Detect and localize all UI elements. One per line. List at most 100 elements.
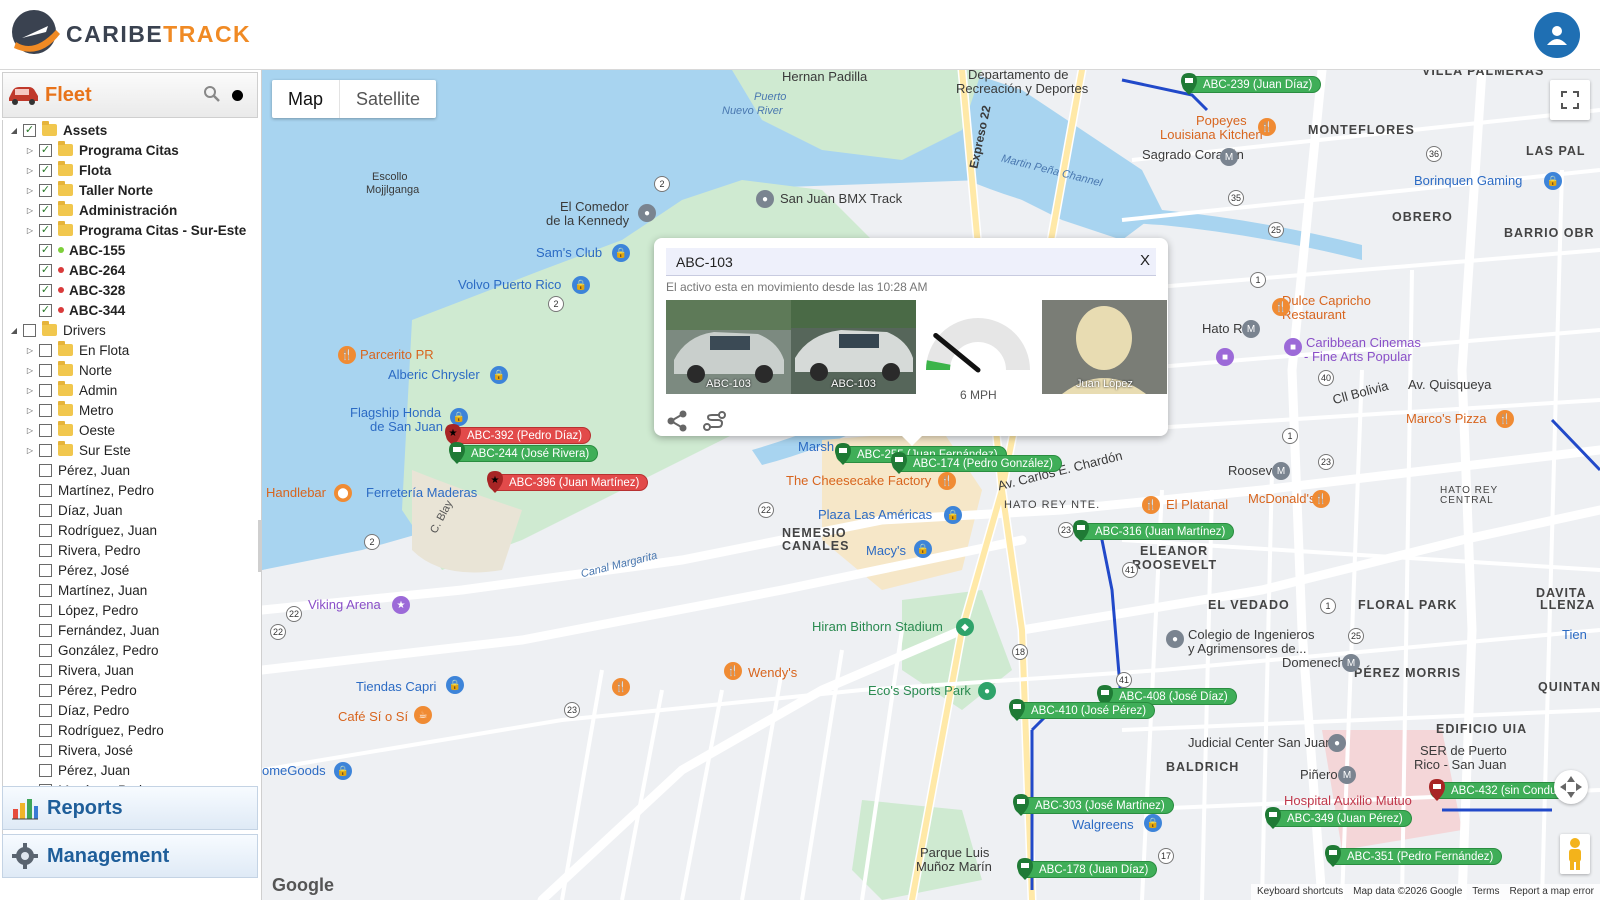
tree-leaf-node[interactable]: Rivera, Juan bbox=[3, 660, 258, 680]
expand-arrow-icon[interactable]: ▷ bbox=[25, 165, 35, 175]
tree-folder-node[interactable]: ▷ ✓ Programa Citas - Sur-Este bbox=[3, 220, 258, 240]
tree-checkbox[interactable]: ✓ bbox=[39, 263, 52, 277]
tree-leaf-node[interactable]: Díaz, Juan bbox=[3, 500, 258, 520]
tree-checkbox[interactable] bbox=[39, 603, 52, 617]
expand-arrow-icon[interactable]: ▷ bbox=[25, 205, 35, 215]
restaurant-icon[interactable]: 🍴 bbox=[1272, 298, 1290, 316]
tree-checkbox[interactable]: ✓ bbox=[39, 163, 52, 177]
restaurant-icon[interactable]: 🍴 bbox=[1258, 118, 1276, 136]
report-error-link[interactable]: Report a map error bbox=[1510, 884, 1594, 900]
tree-leaf-node[interactable]: ✓ ABC-155 bbox=[3, 240, 258, 260]
tree-checkbox[interactable] bbox=[39, 463, 52, 477]
tree-checkbox[interactable] bbox=[39, 663, 52, 677]
store-icon[interactable]: 🔒 bbox=[334, 762, 352, 780]
expand-arrow-icon[interactable]: ▷ bbox=[25, 145, 35, 155]
vehicle-marker[interactable]: ABC-244 (José Rivera) bbox=[449, 442, 599, 464]
street-view-pegman[interactable] bbox=[1560, 834, 1590, 874]
tree-checkbox[interactable] bbox=[39, 443, 52, 457]
google-logo[interactable]: Google bbox=[272, 875, 334, 896]
tree-checkbox[interactable]: ✓ bbox=[39, 283, 52, 297]
courthouse-icon[interactable]: ● bbox=[1328, 734, 1346, 752]
popup-close-button[interactable]: X bbox=[1140, 252, 1150, 269]
tree-checkbox[interactable]: ✓ bbox=[39, 243, 52, 257]
pharmacy-icon[interactable]: 🔒 bbox=[1144, 814, 1162, 832]
vehicle-photo-2[interactable]: ABC-103 bbox=[791, 300, 916, 394]
tree-leaf-node[interactable]: Rivera, Pedro bbox=[3, 540, 258, 560]
tree-folder-node[interactable]: ▷ Metro bbox=[3, 400, 258, 420]
fullscreen-button[interactable] bbox=[1550, 80, 1590, 120]
tree-folder-node[interactable]: ▷ ✓ Administración bbox=[3, 200, 258, 220]
tree-checkbox[interactable] bbox=[39, 563, 52, 577]
bike-shop-icon[interactable]: ⬤ bbox=[334, 484, 352, 502]
tree-checkbox[interactable] bbox=[39, 423, 52, 437]
tree-checkbox[interactable] bbox=[39, 743, 52, 757]
vehicle-marker[interactable]: ★ ABC-396 (Juan Martínez) bbox=[487, 471, 649, 493]
restaurant-icon[interactable]: 🍴 bbox=[1496, 410, 1514, 428]
terms-link[interactable]: Terms bbox=[1472, 884, 1499, 900]
tree-folder-node[interactable]: ▷ ✓ Taller Norte bbox=[3, 180, 258, 200]
tree-folder-node[interactable]: ▷ Admin bbox=[3, 380, 258, 400]
route-icon[interactable] bbox=[702, 410, 728, 432]
tree-checkbox[interactable] bbox=[23, 323, 36, 337]
share-icon[interactable] bbox=[666, 410, 688, 432]
tree-checkbox[interactable] bbox=[39, 523, 52, 537]
tree-checkbox[interactable] bbox=[39, 643, 52, 657]
tree-checkbox[interactable] bbox=[39, 483, 52, 497]
transit-icon[interactable]: M bbox=[1338, 766, 1356, 784]
vehicle-marker[interactable]: ABC-303 (José Martínez) bbox=[1013, 794, 1174, 816]
tree-leaf-node[interactable]: Rivera, José bbox=[3, 740, 258, 760]
expand-arrow-icon[interactable]: ▷ bbox=[25, 405, 35, 415]
cinema-icon[interactable]: ■ bbox=[1284, 338, 1302, 356]
transit-icon[interactable]: M bbox=[1220, 148, 1238, 166]
tree-leaf-node[interactable]: González, Pedro bbox=[3, 640, 258, 660]
tree-checkbox[interactable] bbox=[39, 343, 52, 357]
vehicle-photo-1[interactable]: ABC-103 bbox=[666, 300, 791, 394]
tree-leaf-node[interactable]: Díaz, Pedro bbox=[3, 700, 258, 720]
tree-checkbox[interactable] bbox=[39, 583, 52, 597]
tree-leaf-node[interactable]: ✓ ABC-344 bbox=[3, 300, 258, 320]
expand-arrow-icon[interactable]: ▷ bbox=[25, 225, 35, 235]
restaurant-icon[interactable]: 🍴 bbox=[612, 678, 630, 696]
vehicle-marker[interactable]: ABC-351 (Pedro Fernández) bbox=[1325, 845, 1503, 867]
restaurant-icon[interactable]: 🍴 bbox=[1142, 496, 1160, 514]
tree-checkbox[interactable] bbox=[39, 543, 52, 557]
tree-checkbox[interactable] bbox=[39, 703, 52, 717]
status-dot-icon[interactable] bbox=[232, 90, 243, 101]
expand-arrow-icon[interactable]: ▷ bbox=[25, 445, 35, 455]
tree-leaf-node[interactable]: Pérez, Juan bbox=[3, 760, 258, 780]
map-type-map-button[interactable]: Map bbox=[272, 80, 339, 118]
tree-folder-node[interactable]: ▷ ✓ Programa Citas bbox=[3, 140, 258, 160]
tree-checkbox[interactable]: ✓ bbox=[39, 203, 52, 217]
transit-icon[interactable]: M bbox=[1342, 654, 1360, 672]
expand-arrow-icon[interactable]: ▷ bbox=[25, 385, 35, 395]
expand-arrow-icon[interactable]: ▷ bbox=[25, 425, 35, 435]
bmx-track-icon[interactable]: ● bbox=[756, 190, 774, 208]
vehicle-marker[interactable]: ABC-239 (Juan Díaz) bbox=[1181, 73, 1322, 95]
car-dealer-icon[interactable]: 🔒 bbox=[490, 366, 508, 384]
tree-folder-node[interactable]: ▷ Oeste bbox=[3, 420, 258, 440]
caribetrack-logo[interactable]: CARIBETRACK bbox=[10, 8, 251, 60]
tree-leaf-node[interactable]: Rodríguez, Juan bbox=[3, 520, 258, 540]
tree-checkbox[interactable]: ✓ bbox=[39, 143, 52, 157]
landmark-icon[interactable]: ■ bbox=[1216, 348, 1234, 366]
tree-folder-node[interactable]: ◢ ✓ Assets bbox=[3, 120, 258, 140]
transit-icon[interactable]: M bbox=[1272, 462, 1290, 480]
collapse-arrow-icon[interactable]: ◢ bbox=[9, 125, 19, 135]
tree-folder-node[interactable]: ▷ ✓ Flota bbox=[3, 160, 258, 180]
vehicle-marker[interactable]: ABC-410 (José Pérez) bbox=[1009, 699, 1156, 721]
tree-leaf-node[interactable]: Rodríguez, Pedro bbox=[3, 720, 258, 740]
vehicle-marker[interactable]: ABC-432 (sin Conduc bbox=[1429, 779, 1572, 801]
tree-checkbox[interactable]: ✓ bbox=[23, 123, 36, 137]
institution-icon[interactable]: ● bbox=[1166, 630, 1184, 648]
fleet-panel-header[interactable]: Fleet bbox=[2, 72, 258, 118]
restaurant-icon[interactable]: 🍴 bbox=[1312, 490, 1330, 508]
user-account-button[interactable] bbox=[1534, 12, 1580, 58]
arena-icon[interactable]: ★ bbox=[392, 596, 410, 614]
tree-checkbox[interactable] bbox=[39, 383, 52, 397]
expand-arrow-icon[interactable]: ▷ bbox=[25, 365, 35, 375]
tree-leaf-node[interactable]: Martínez, Juan bbox=[3, 580, 258, 600]
restaurant-pin-icon[interactable]: ● bbox=[638, 204, 656, 222]
tree-checkbox[interactable] bbox=[39, 723, 52, 737]
restaurant-icon[interactable]: 🍴 bbox=[938, 472, 956, 490]
mall-icon[interactable]: 🔒 bbox=[944, 506, 962, 524]
